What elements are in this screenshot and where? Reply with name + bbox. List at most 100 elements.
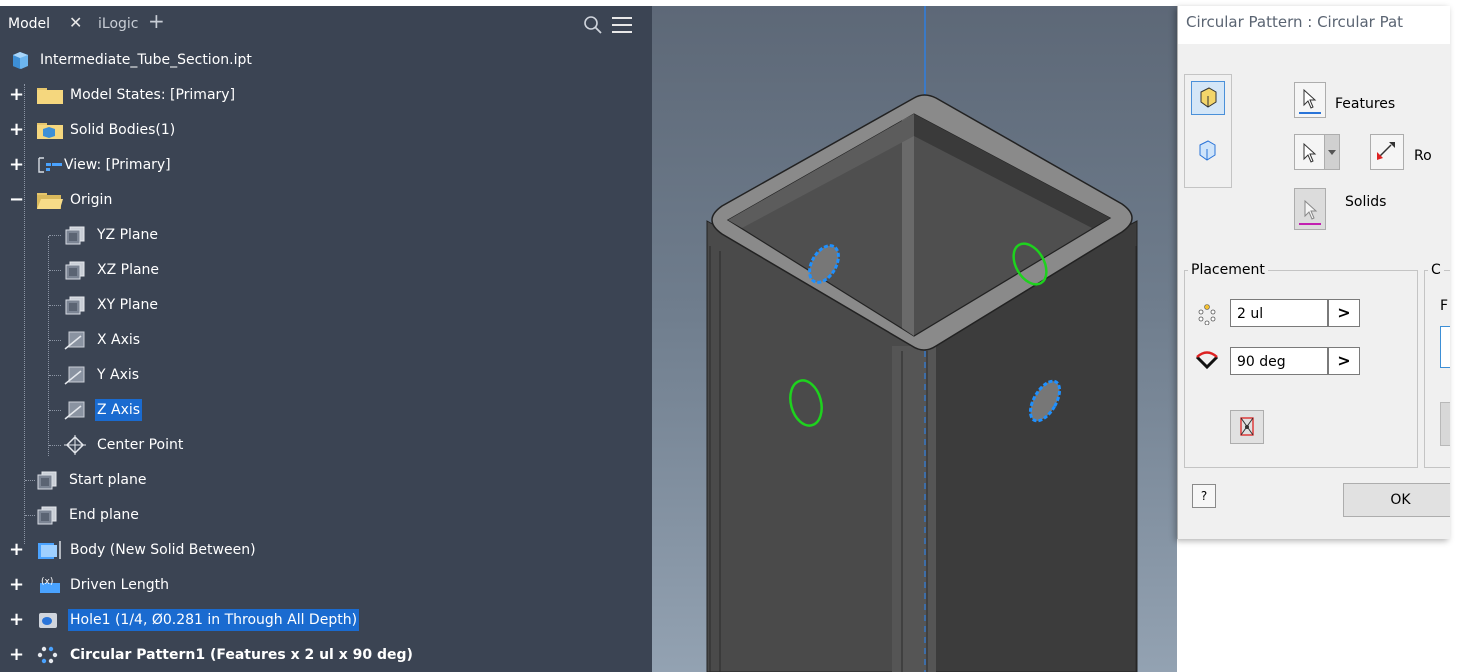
dialog-titlebar[interactable]: Circular Pattern : Circular Pat	[1178, 6, 1450, 44]
tree-item-label: Intermediate_Tube_Section.ipt	[40, 52, 252, 68]
orientation-button[interactable]	[1440, 402, 1450, 446]
expand-icon[interactable]: +	[9, 569, 24, 601]
tree-item-x-axis[interactable]: X Axis	[0, 324, 652, 356]
cursor-arrow-icon	[1303, 142, 1317, 163]
cursor-arrow-icon	[1299, 199, 1321, 225]
tree-item-part-file[interactable]: Intermediate_Tube_Section.ipt	[0, 44, 652, 76]
tree-item-xy-plane[interactable]: XY Plane	[0, 289, 652, 321]
rotation-axis-dropdown[interactable]	[1324, 134, 1340, 170]
expand-icon[interactable]: +	[9, 149, 24, 181]
pattern-mode-group	[1184, 74, 1232, 188]
collapse-icon[interactable]: −	[9, 184, 24, 216]
features-select-button[interactable]	[1294, 82, 1326, 118]
midplane-button[interactable]	[1230, 410, 1264, 444]
orientation-input[interactable]	[1440, 326, 1450, 368]
rotation-axis-label: Ro	[1414, 148, 1432, 164]
model-browser: Model ✕ iLogic + Intermediate_Tube_Secti…	[0, 6, 652, 672]
view-icon	[36, 155, 64, 175]
tree-item-label: Driven Length	[70, 577, 169, 593]
tree-item-driven-length[interactable]: + (x) Driven Length	[0, 569, 652, 601]
tree-item-circular-pattern1[interactable]: + Circular Pattern1 (Features x 2 ul x 9…	[0, 639, 652, 671]
help-button[interactable]: ?	[1192, 484, 1216, 508]
work-axis-icon	[64, 400, 86, 420]
solids-select-button[interactable]	[1294, 188, 1326, 230]
tree-item-label: Solid Bodies(1)	[70, 122, 176, 138]
part-file-icon	[10, 50, 32, 70]
solid-bodies-folder-icon	[36, 120, 64, 140]
pattern-features-mode-button[interactable]	[1191, 81, 1225, 115]
tree-item-body[interactable]: + Body (New Solid Between)	[0, 534, 652, 566]
tree-item-label: View: [Primary]	[64, 157, 171, 173]
tree-item-label: XZ Plane	[97, 262, 160, 278]
occurrence-count-arrow-button[interactable]: >	[1328, 299, 1360, 327]
add-tab-icon[interactable]: +	[148, 11, 165, 31]
close-tab-icon[interactable]: ✕	[69, 14, 82, 32]
features-label: Features	[1335, 96, 1396, 112]
tree-item-origin[interactable]: − Origin	[0, 184, 652, 216]
work-plane-icon	[64, 260, 86, 280]
angle-arrow-button[interactable]: >	[1328, 347, 1360, 375]
tree-item-end-plane[interactable]: End plane	[0, 499, 652, 531]
tree-item-label: Body (New Solid Between)	[70, 542, 256, 558]
dialog-title: Circular Pattern : Circular Pat	[1186, 13, 1404, 31]
rotation-axis-select-button[interactable]	[1294, 134, 1326, 170]
tree-item-yz-plane[interactable]: YZ Plane	[0, 219, 652, 251]
hole-feature-icon	[36, 610, 64, 630]
angle-icon	[1194, 349, 1220, 375]
expand-icon[interactable]: +	[9, 639, 24, 671]
cursor-arrow-icon	[1299, 88, 1321, 114]
tree-item-model-states[interactable]: + Model States: [Primary]	[0, 79, 652, 111]
tree-item-label: XY Plane	[97, 297, 158, 313]
tree-item-label: Z Axis	[95, 399, 143, 421]
tree-item-label: YZ Plane	[97, 227, 158, 243]
pattern-solid-icon	[1199, 140, 1216, 161]
help-icon: ?	[1200, 489, 1208, 503]
midplane-icon	[1240, 417, 1254, 436]
tree-item-label: Origin	[70, 192, 113, 208]
tree-item-label: Circular Pattern1 (Features x 2 ul x 90 …	[70, 647, 413, 663]
work-axis-icon	[64, 330, 86, 350]
hamburger-menu-icon[interactable]	[612, 17, 632, 33]
tab-model[interactable]: Model	[8, 15, 50, 33]
expand-icon[interactable]: +	[9, 114, 24, 146]
open-folder-icon	[36, 190, 64, 210]
pattern-features-icon	[1200, 87, 1217, 108]
tree-item-view[interactable]: + View: [Primary]	[0, 149, 652, 181]
tree-item-center-point[interactable]: Center Point	[0, 429, 652, 461]
tree-item-label: Hole1 (1/4, Ø0.281 in Through All Depth)	[68, 609, 360, 631]
tree-item-label: Y Axis	[97, 367, 140, 383]
work-plane-icon	[36, 505, 58, 525]
graphics-viewport[interactable]	[652, 6, 1177, 672]
folder-icon	[36, 85, 64, 105]
orientation-field-label: F	[1440, 298, 1449, 314]
work-axis-icon	[64, 365, 86, 385]
tree-item-label: Center Point	[97, 437, 184, 453]
flip-direction-button[interactable]	[1370, 134, 1404, 170]
work-plane-icon	[64, 225, 86, 245]
body-feature-icon	[36, 540, 64, 560]
tree-item-solid-bodies[interactable]: + Solid Bodies(1)	[0, 114, 652, 146]
search-icon[interactable]	[583, 15, 603, 35]
solids-label: Solids	[1345, 194, 1387, 210]
expand-icon[interactable]: +	[9, 604, 24, 636]
occurrence-count-input[interactable]: 2 ul	[1230, 299, 1328, 327]
tab-ilogic[interactable]: iLogic	[98, 15, 138, 33]
tree-item-label: End plane	[69, 507, 139, 523]
tree-item-xz-plane[interactable]: XZ Plane	[0, 254, 652, 286]
tree-item-label: Model States: [Primary]	[70, 87, 236, 103]
circular-pattern-icon	[36, 645, 64, 665]
expand-icon[interactable]: +	[9, 534, 24, 566]
work-point-icon	[64, 435, 86, 455]
driven-parameter-icon: (x)	[36, 575, 64, 595]
work-plane-icon	[36, 470, 58, 490]
tree-item-hole1[interactable]: + Hole1 (1/4, Ø0.281 in Through All Dept…	[0, 604, 652, 636]
chevron-down-icon	[1328, 150, 1336, 155]
angle-input[interactable]: 90 deg	[1230, 347, 1328, 375]
tree-item-start-plane[interactable]: Start plane	[0, 464, 652, 496]
tree-item-z-axis[interactable]: Z Axis	[0, 394, 652, 426]
pattern-solid-mode-button[interactable]	[1191, 135, 1223, 167]
placement-label: Placement	[1188, 262, 1268, 278]
tree-item-y-axis[interactable]: Y Axis	[0, 359, 652, 391]
expand-icon[interactable]: +	[9, 79, 24, 111]
ok-button[interactable]: OK	[1343, 483, 1450, 517]
